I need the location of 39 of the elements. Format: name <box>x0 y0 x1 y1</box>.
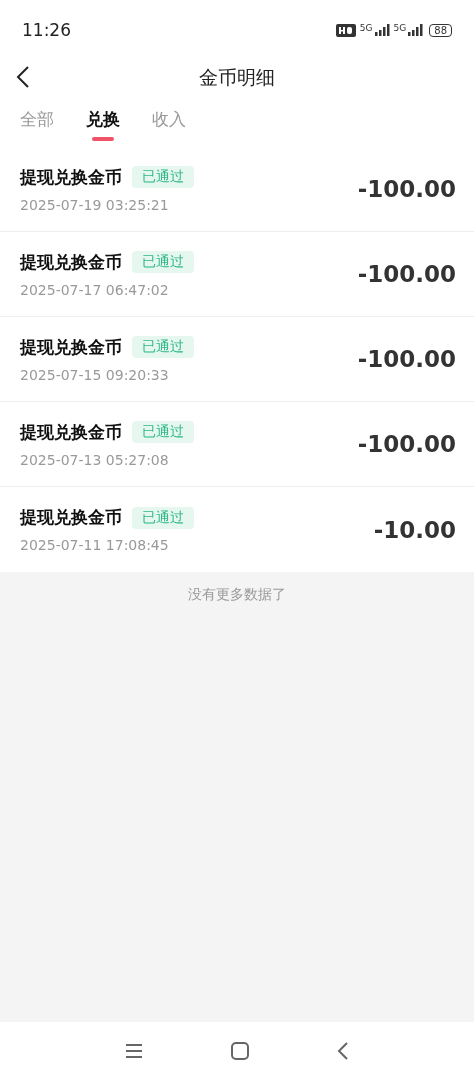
record-date: 2025-07-13 05:27:08 <box>20 451 170 468</box>
status-badge: 已通过 <box>132 251 194 273</box>
home-icon[interactable] <box>231 1042 249 1060</box>
signal-icon <box>373 24 390 36</box>
record-amount: -100.00 <box>357 431 456 457</box>
status-badge: 已通过 <box>132 506 194 529</box>
record-amount: -100.00 <box>357 176 456 202</box>
record-title: 提现兑换金币 <box>20 506 122 529</box>
status-time: 11:26 <box>22 20 71 40</box>
back-button[interactable] <box>16 65 30 89</box>
status-badge: 已通过 <box>132 336 194 358</box>
record-row[interactable]: 提现兑换金币 已通过 2025-07-19 03:25:21 -100.00 <box>0 147 474 232</box>
signal-icon <box>407 24 424 36</box>
hd-icon <box>335 23 356 37</box>
record-date: 2025-07-19 03:25:21 <box>20 196 170 213</box>
menu-icon[interactable] <box>125 1043 143 1059</box>
status-badge: 已通过 <box>132 421 194 443</box>
record-title: 提现兑换金币 <box>20 420 122 444</box>
record-title: 提现兑换金币 <box>20 335 122 359</box>
page-title: 金币明细 <box>199 65 275 90</box>
record-date: 2025-07-11 17:08:45 <box>20 537 170 553</box>
record-amount: -100.00 <box>357 346 456 372</box>
record-title: 提现兑换金币 <box>20 250 122 274</box>
record-row[interactable]: 提现兑换金币 已通过 2025-07-17 06:47:02 -100.00 <box>0 232 474 317</box>
tab[interactable]: 兑换 <box>86 108 120 141</box>
status-badge: 已通过 <box>132 166 194 188</box>
record-date: 2025-07-15 09:20:33 <box>20 366 170 383</box>
network-label: 5G <box>359 24 373 33</box>
record-amount: -100.00 <box>357 261 456 287</box>
back-icon[interactable] <box>337 1042 349 1060</box>
record-row[interactable]: 提现兑换金币 已通过 2025-07-15 09:20:33 -100.00 <box>0 317 474 402</box>
battery-level: 88 <box>429 23 452 37</box>
record-amount: -10.00 <box>373 516 456 543</box>
record-row[interactable]: 提现兑换金币 已通过 2025-07-13 05:27:08 -100.00 <box>0 402 474 487</box>
end-of-list-note: 没有更多数据了 <box>188 586 286 604</box>
network-label: 5G <box>393 24 407 33</box>
record-title: 提现兑换金币 <box>20 165 122 189</box>
record-row[interactable]: 提现兑换金币 已通过 2025-07-11 17:08:45 -10.00 <box>0 487 474 572</box>
record-date: 2025-07-17 06:47:02 <box>20 281 170 298</box>
